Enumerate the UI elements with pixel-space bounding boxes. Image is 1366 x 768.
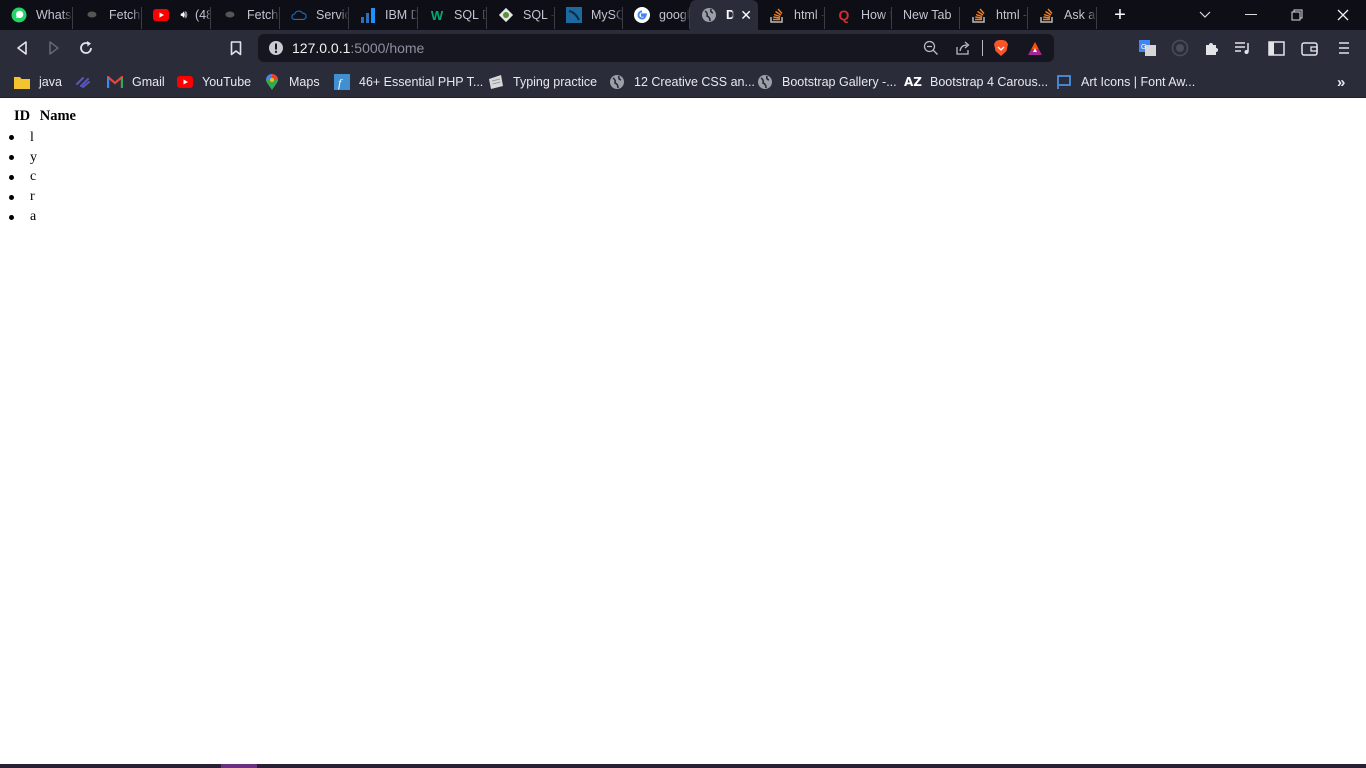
tab-sql[interactable]: SQL - [487, 0, 555, 30]
tab-google[interactable]: google [623, 0, 690, 30]
mysql-icon [566, 7, 582, 23]
bookmarks-overflow-button[interactable]: » [1337, 72, 1345, 92]
media-playlist-icon[interactable] [1233, 39, 1253, 57]
w3schools-icon: W [430, 7, 444, 23]
cloud-icon [291, 7, 307, 23]
bookmark-bootstrap-gallery[interactable]: Bootstrap Gallery -... [757, 72, 897, 92]
globe-icon [757, 74, 773, 90]
flag-icon [1056, 74, 1072, 90]
omnibox-divider [982, 40, 983, 56]
sql-icon [498, 7, 514, 23]
close-window-button[interactable] [1320, 0, 1366, 30]
tab-stackoverflow-ask[interactable]: Ask a [1028, 0, 1097, 30]
link-icon [75, 74, 91, 90]
sidebar-toggle-icon[interactable] [1266, 39, 1286, 57]
header-name: Name [39, 108, 76, 124]
bookmark-gmail[interactable]: Gmail [107, 72, 165, 92]
audio-playing-icon[interactable]: 🔊︎ [178, 7, 190, 23]
stackoverflow-icon [1039, 7, 1055, 23]
taskbar-edge [0, 764, 1366, 768]
list-item: l [8, 128, 37, 148]
stackoverflow-icon [769, 7, 785, 23]
tab-service[interactable]: Service [280, 0, 349, 30]
bookmark-button[interactable] [224, 36, 248, 60]
bookmark-php-tips[interactable]: f 46+ Essential PHP T... [334, 72, 483, 92]
table-header: ID Name [14, 108, 82, 125]
bookmark-maps[interactable]: Maps [264, 72, 320, 92]
list-item: a [8, 207, 37, 227]
name-list: l y c r a [8, 128, 37, 227]
list-item: c [8, 168, 37, 188]
globe-icon [609, 74, 625, 90]
tab-active-page[interactable]: Do ✕ [690, 0, 758, 30]
address-bar[interactable]: 127.0.0.1:5000/home [258, 34, 1054, 62]
f-icon: f [334, 74, 350, 90]
forward-button[interactable] [42, 36, 66, 60]
bar-chart-icon [360, 7, 376, 23]
close-tab-icon[interactable]: ✕ [740, 7, 752, 24]
tab-search-chevron-icon[interactable] [1182, 0, 1228, 30]
whatsapp-icon [11, 7, 27, 23]
quora-icon: Q [838, 7, 850, 23]
tab-youtube[interactable]: 🔊︎ (48 [142, 0, 211, 30]
wallet-icon[interactable] [1300, 39, 1320, 57]
minimize-button[interactable] [1228, 0, 1274, 30]
tab-new-tab[interactable]: New Tab [892, 0, 960, 30]
page-content: ID Name l y c r a [0, 99, 1366, 764]
bookmark-typing-practice[interactable]: Typing practice [488, 72, 597, 92]
bookmark-java[interactable]: java [14, 72, 62, 92]
zoom-out-icon[interactable] [922, 39, 940, 57]
tab-w3schools[interactable]: W SQL D [418, 0, 487, 30]
tab-strip: WhatsApp ⬬ Fetching 🔊︎ (48 ⬬ Fetching Se… [0, 0, 1366, 30]
tab-fetching-2[interactable]: ⬬ Fetching [211, 0, 280, 30]
tab-ibm[interactable]: IBM D [349, 0, 418, 30]
restore-button[interactable] [1274, 0, 1320, 30]
youtube-icon [153, 7, 169, 23]
taskbar-active-indicator [221, 764, 257, 768]
gmail-icon [107, 74, 123, 90]
svg-text:G: G [1141, 44, 1146, 51]
tab-stackoverflow-2[interactable]: html - [960, 0, 1028, 30]
tab-mysql[interactable]: MySQL [555, 0, 623, 30]
url-text[interactable]: 127.0.0.1:5000/home [292, 40, 424, 56]
share-icon[interactable] [954, 39, 972, 57]
header-id: ID [14, 108, 31, 124]
tab-quora[interactable]: Q How t [825, 0, 892, 30]
youtube-icon [177, 74, 193, 90]
keyboard-icon [488, 74, 504, 90]
bookmarks-bar: java Gmail YouTube Maps f 46+ Essential … [0, 66, 1366, 98]
stackoverflow-icon [971, 7, 987, 23]
new-tab-button[interactable]: + [1097, 0, 1143, 30]
reload-button[interactable] [74, 36, 98, 60]
menu-icon[interactable] [1334, 39, 1354, 57]
extension-disabled-icon[interactable] [1170, 39, 1190, 57]
globe-icon [701, 7, 717, 23]
bookmark-bootstrap-carousel[interactable]: AZ Bootstrap 4 Carous... [904, 72, 1048, 92]
bookmark-link[interactable] [75, 72, 100, 92]
bee-icon: ⬬ [225, 8, 235, 21]
bookmark-creative-css[interactable]: 12 Creative CSS an... [609, 72, 755, 92]
bookmark-art-icons[interactable]: Art Icons | Font Aw... [1056, 72, 1195, 92]
bookmark-youtube[interactable]: YouTube [177, 72, 251, 92]
site-info-icon[interactable] [267, 39, 285, 57]
brave-rewards-icon[interactable] [1026, 39, 1044, 57]
google-icon [634, 7, 650, 23]
maps-icon [264, 74, 280, 90]
list-item: y [8, 148, 37, 168]
tab-stackoverflow-1[interactable]: html - [758, 0, 825, 30]
google-translate-icon[interactable]: G [1138, 39, 1158, 57]
bee-icon: ⬬ [87, 8, 97, 21]
az-icon: AZ [904, 75, 922, 89]
tab-whatsapp[interactable]: WhatsApp [0, 0, 73, 30]
tab-fetching-1[interactable]: ⬬ Fetching [73, 0, 142, 30]
brave-shields-icon[interactable] [992, 39, 1010, 57]
extensions-puzzle-icon[interactable] [1202, 39, 1222, 57]
back-button[interactable] [10, 36, 34, 60]
list-item: r [8, 187, 37, 207]
folder-icon [14, 74, 30, 90]
